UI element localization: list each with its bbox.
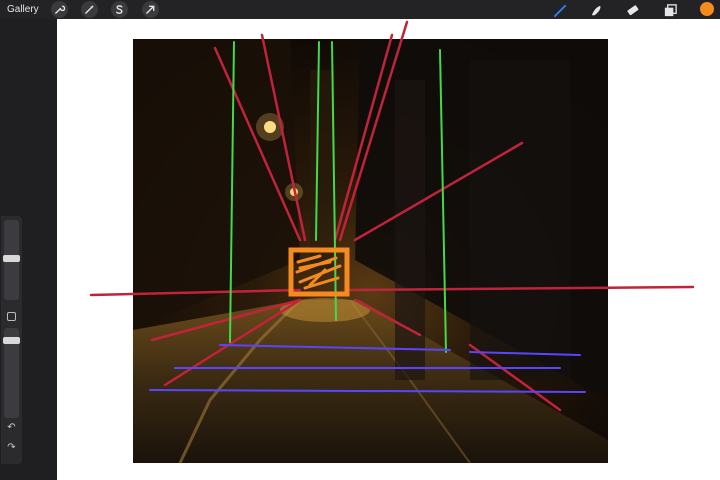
eraser-tool-button[interactable] (623, 1, 641, 19)
undo-icon[interactable]: ↶ (5, 422, 18, 433)
adjustments-button[interactable] (81, 1, 98, 18)
brush-icon (553, 4, 566, 17)
smudge-tool-button[interactable] (587, 1, 605, 19)
transform-arrow-icon (146, 5, 155, 14)
canvas-artwork (89, 20, 695, 464)
gallery-button[interactable]: Gallery (7, 2, 39, 17)
drawing-canvas[interactable] (57, 19, 720, 480)
modify-button-icon[interactable] (7, 312, 16, 321)
top-toolbar: Gallery (0, 0, 720, 19)
brush-tool-button[interactable] (551, 1, 569, 19)
selection-button[interactable] (111, 1, 128, 18)
sidebar: ↶ ↷ (1, 216, 22, 464)
night-alley-photo (133, 39, 608, 464)
eraser-icon (626, 4, 638, 15)
transform-button[interactable] (142, 1, 159, 18)
wrench-icon (55, 5, 65, 14)
brush-size-thumb[interactable] (3, 255, 20, 262)
layers-icon (664, 3, 677, 16)
magic-wand-icon (85, 4, 95, 14)
smudge-icon (591, 5, 600, 15)
color-picker-button[interactable] (700, 2, 714, 16)
layers-button[interactable] (661, 1, 679, 19)
selection-icon (116, 5, 123, 14)
redo-icon[interactable]: ↷ (5, 442, 18, 453)
actions-button[interactable] (51, 1, 68, 18)
opacity-thumb[interactable] (3, 337, 20, 344)
